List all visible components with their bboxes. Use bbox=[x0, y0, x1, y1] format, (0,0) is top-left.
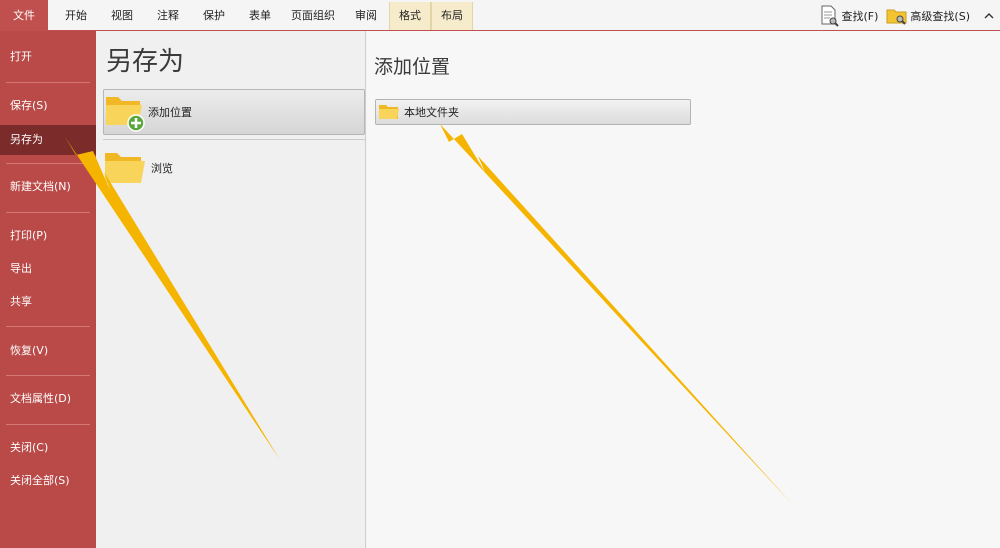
local-folder-label: 本地文件夹 bbox=[404, 106, 459, 119]
page-title: 另存为 bbox=[106, 47, 185, 77]
advanced-find-button[interactable]: 高级查找(S) bbox=[886, 6, 970, 26]
nav-save-as[interactable]: 另存为 bbox=[0, 125, 96, 155]
divider bbox=[103, 139, 365, 140]
save-as-locations: 另存为 添加位置 浏览 bbox=[96, 31, 366, 548]
tab-file[interactable]: 文件 bbox=[0, 0, 48, 31]
chevron-up-icon bbox=[984, 13, 994, 19]
tab-format[interactable]: 格式 bbox=[389, 2, 431, 30]
nav-divider bbox=[6, 326, 90, 327]
panel-title: 添加位置 bbox=[374, 56, 451, 78]
folder-search-icon bbox=[886, 9, 907, 25]
find-button[interactable]: 查找(F) bbox=[820, 5, 879, 27]
tab-protect[interactable]: 保护 bbox=[194, 4, 234, 28]
ribbon: 文件 开始 视图 注释 保护 表单 页面组织 审阅 格式 布局 查找(F) 高级… bbox=[0, 0, 1000, 31]
browse-button[interactable]: 浏览 bbox=[103, 145, 365, 191]
nav-new-document[interactable]: 新建文档(N) bbox=[0, 172, 96, 202]
tab-form[interactable]: 表单 bbox=[240, 4, 280, 28]
nav-divider bbox=[6, 212, 90, 213]
nav-share[interactable]: 共享 bbox=[0, 287, 96, 317]
nav-divider bbox=[6, 424, 90, 425]
add-location-label: 添加位置 bbox=[148, 106, 192, 119]
advanced-find-label: 高级查找(S) bbox=[910, 10, 970, 23]
tab-start[interactable]: 开始 bbox=[56, 4, 96, 28]
find-label: 查找(F) bbox=[841, 10, 879, 23]
tab-view[interactable]: 视图 bbox=[102, 4, 142, 28]
local-folder-button[interactable]: 本地文件夹 bbox=[375, 99, 691, 125]
nav-document-properties[interactable]: 文档属性(D) bbox=[0, 384, 96, 414]
tab-page-organize[interactable]: 页面组织 bbox=[284, 4, 342, 28]
nav-recover[interactable]: 恢复(V) bbox=[0, 336, 96, 366]
folder-plus-icon bbox=[106, 97, 145, 132]
tab-annotate[interactable]: 注释 bbox=[148, 4, 188, 28]
nav-divider bbox=[6, 82, 90, 83]
backstage-nav: 打开 保存(S) 另存为 新建文档(N) 打印(P) 导出 共享 恢复(V) 文… bbox=[0, 31, 96, 548]
nav-save[interactable]: 保存(S) bbox=[0, 91, 96, 121]
document-search-icon bbox=[821, 5, 839, 27]
ribbon-right-tools: 查找(F) 高级查找(S) bbox=[820, 4, 1000, 28]
nav-close-all[interactable]: 关闭全部(S) bbox=[0, 466, 96, 496]
add-location-button[interactable]: 添加位置 bbox=[103, 89, 365, 135]
nav-close[interactable]: 关闭(C) bbox=[0, 433, 96, 463]
tab-review[interactable]: 审阅 bbox=[346, 4, 386, 28]
nav-print[interactable]: 打印(P) bbox=[0, 221, 96, 251]
nav-divider bbox=[6, 375, 90, 376]
browse-label: 浏览 bbox=[151, 162, 173, 175]
add-location-panel: 添加位置 本地文件夹 bbox=[367, 31, 1000, 548]
folder-icon bbox=[379, 105, 399, 119]
collapse-ribbon-button[interactable] bbox=[978, 9, 1000, 23]
nav-open[interactable]: 打开 bbox=[0, 42, 96, 72]
nav-divider bbox=[6, 163, 90, 164]
nav-export[interactable]: 导出 bbox=[0, 254, 96, 284]
folder-icon bbox=[105, 153, 145, 183]
tab-layout[interactable]: 布局 bbox=[431, 2, 473, 30]
